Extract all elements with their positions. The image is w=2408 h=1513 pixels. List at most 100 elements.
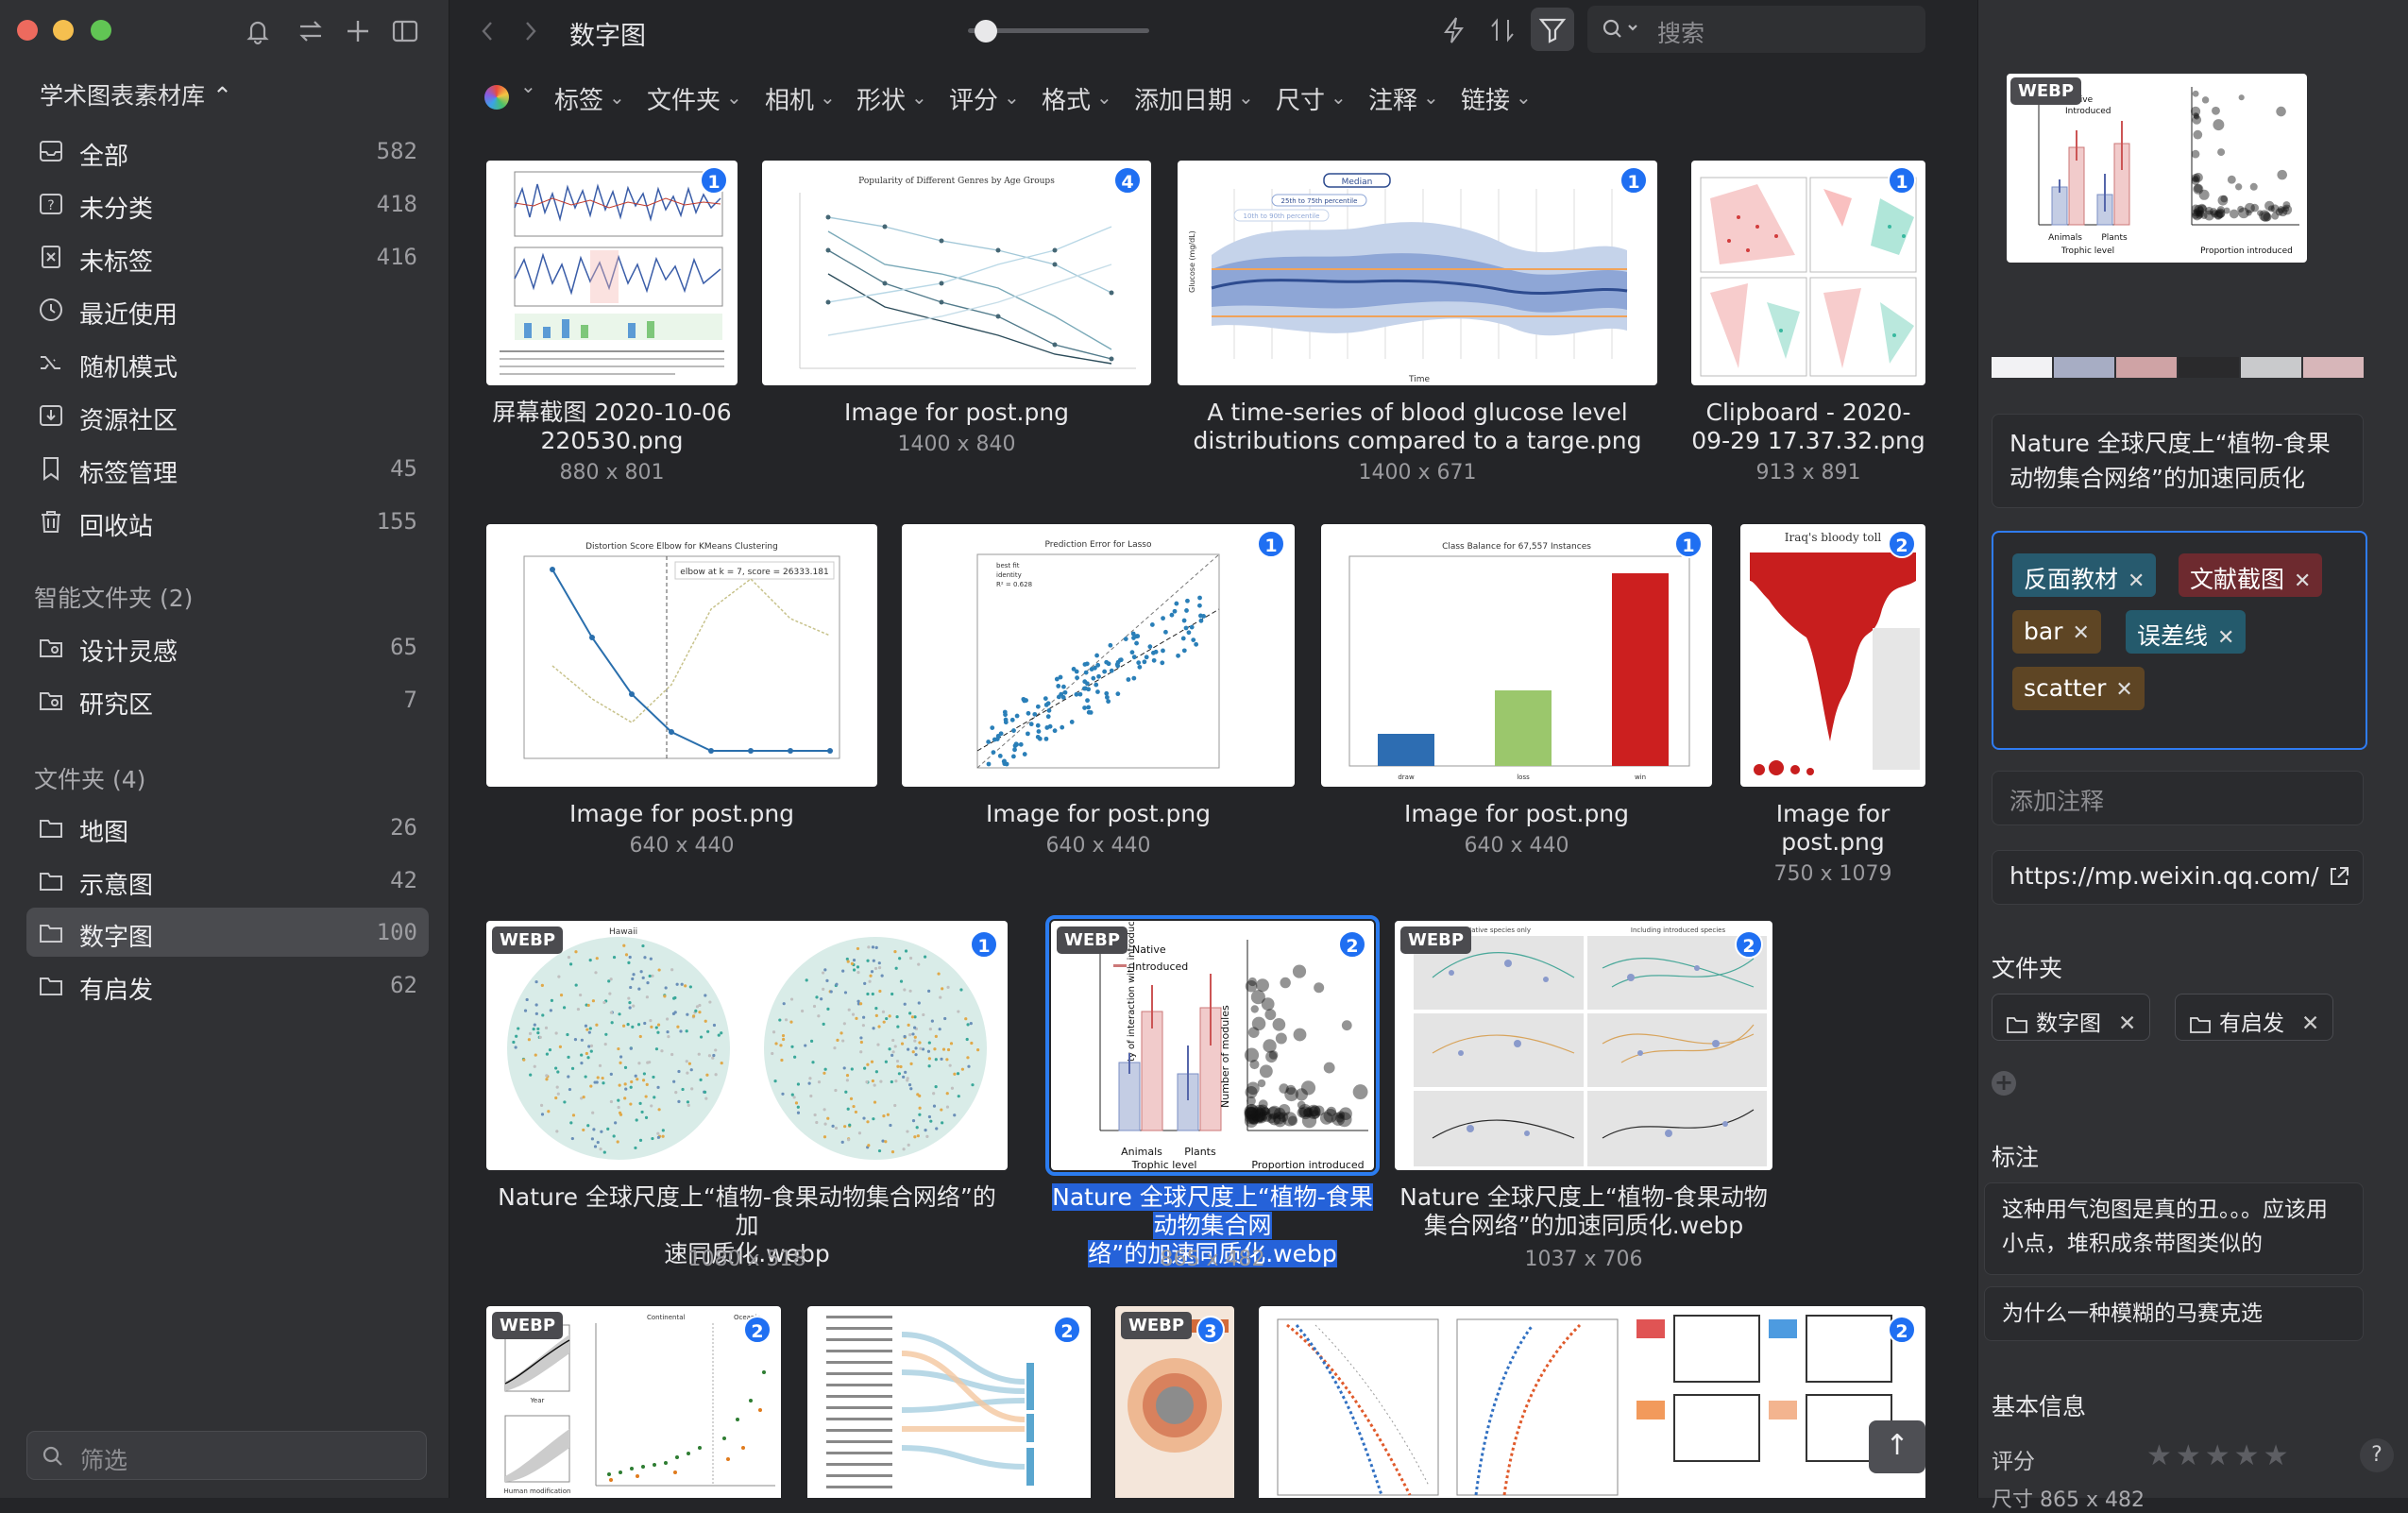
tag-chip[interactable]: 反面教材 ✕ [2012,553,2157,597]
annotation-item[interactable]: 为什么一种模糊的马赛克选 [1984,1286,2364,1341]
scroll-to-top-button[interactable]: ↑ [1869,1420,1925,1473]
thumb-dot [666,1030,670,1034]
smart-folder-research[interactable]: 研究区 7 [26,675,429,724]
filter-link[interactable]: 链接 [1461,81,1532,116]
tag-chip[interactable]: 文献截图 ✕ [2179,553,2323,597]
filter-folder[interactable]: 文件夹 [647,81,742,116]
thumb-dot [925,1134,929,1138]
folder-diagram[interactable]: 示意图 42 [26,856,429,905]
smart-folders-header[interactable]: 智能文件夹 (2) [34,580,193,614]
tags-editor[interactable]: 反面教材 ✕ 文献截图 ✕ bar ✕ 误差线 ✕ scatter ✕ [1992,531,2367,750]
sidebar-item-untagged[interactable]: 未标签 416 [26,232,429,281]
sort-arrows-icon[interactable] [297,17,325,45]
sidebar-item-trash[interactable]: 回收站 155 [26,497,429,546]
rating-stars[interactable]: ★★★★★ [2146,1439,2292,1472]
sidebar-item-uncategorized[interactable]: ? 未分类 418 [26,179,429,229]
thumb-dot [600,1130,603,1133]
thumb-dot [1010,754,1016,759]
filter-annotation[interactable]: 注释 [1368,81,1439,116]
remove-tag-icon[interactable]: ✕ [2294,570,2311,593]
back-icon[interactable] [477,17,498,45]
filter-tags[interactable]: 标签 [554,81,625,116]
lightning-icon[interactable] [1440,15,1468,45]
thumb-dot [858,1002,863,1006]
thumb-dot [1028,722,1034,727]
annotation-count-badge: 2 [1338,930,1366,959]
bell-icon[interactable] [244,17,272,45]
thumb-dot [533,1023,536,1027]
folders-header[interactable]: 文件夹 (4) [34,761,145,795]
library-switcher[interactable]: 学术图表素材库 ⌃ [40,77,232,111]
color-swatch[interactable] [2179,357,2239,378]
sidebar-item-random[interactable]: 随机模式 [26,338,429,387]
remove-folder-icon[interactable]: ✕ [2301,1012,2319,1036]
zoom-slider-thumb[interactable] [975,20,997,42]
search-field[interactable]: 搜索 [1587,6,1925,53]
color-swatch[interactable] [1992,357,2052,378]
sidebar-item-recent[interactable]: 最近使用 [26,285,429,334]
tag-chip[interactable]: scatter ✕ [2012,667,2145,710]
color-swatch[interactable] [2054,357,2114,378]
color-filter-icon[interactable] [484,85,509,110]
filter-toggle-button[interactable] [1531,8,1574,51]
zoom-window-button[interactable] [91,20,111,41]
color-swatch[interactable] [2241,357,2301,378]
folder-map[interactable]: 地图 26 [26,803,429,852]
filter-camera[interactable]: 相机 [765,81,836,116]
sidebar-item-community[interactable]: 资源社区 [26,391,429,440]
annotation-item[interactable]: 这种用气泡图是真的丑。。。应该用小点，堆积成条带图类似的 [1984,1182,2364,1275]
remove-tag-icon[interactable]: ✕ [2217,626,2234,650]
remove-tag-icon[interactable]: ✕ [2128,570,2145,593]
add-folder-icon[interactable]: + [1992,1071,2016,1096]
sidebar-toggle-icon[interactable] [391,17,419,45]
plus-icon[interactable] [344,17,372,45]
thumb-dot [881,1010,886,1013]
tag-chip[interactable]: 误差线 ✕ [2126,610,2247,654]
remove-tag-icon[interactable]: ✕ [2072,621,2089,645]
sidebar-item-all[interactable]: 全部 582 [26,127,429,176]
folder-digital-figures[interactable]: 数字图 100 [26,908,429,957]
thumb-dot [1194,641,1199,647]
filter-format[interactable]: 格式 [1042,81,1112,116]
tag-label: scatter [2024,674,2107,702]
color-swatch[interactable] [2116,357,2177,378]
remove-tag-icon[interactable]: ✕ [2115,678,2132,702]
sidebar-filter-input[interactable]: 筛选 [26,1431,427,1480]
sidebar-item-tag-manager[interactable]: 标签管理 45 [26,444,429,493]
source-url-field[interactable]: https://mp.weixin.qq.com/ [1992,850,2364,905]
thumb-dot [879,1080,883,1083]
help-button[interactable]: ? [2360,1438,2394,1472]
add-note-input[interactable]: 添加注释 [1992,771,2364,825]
folder-chip[interactable]: 有启发 ✕ [2175,994,2334,1041]
thumb-dot [656,1135,661,1139]
close-window-button[interactable] [17,20,38,41]
sort-icon[interactable] [1487,15,1518,45]
open-link-icon[interactable] [2327,864,2351,889]
thumb-dot [840,1140,844,1144]
forward-icon[interactable] [520,17,541,45]
smart-folder-design[interactable]: 设计灵感 65 [26,622,429,672]
thumb-dot [817,1080,822,1084]
selected-preview[interactable]: Native Introduced Animals Plants Trophic… [2007,74,2307,263]
thumb-dot [2193,208,2201,215]
thumb-dot [687,1103,690,1107]
sidebar-item-count: 416 [376,244,417,270]
tag-chip[interactable]: bar ✕ [2012,610,2101,654]
thumb-dot [822,987,825,991]
minimize-window-button[interactable] [53,20,74,41]
color-filter-chevron[interactable] [515,79,536,102]
remove-folder-icon[interactable]: ✕ [2118,1012,2136,1036]
filter-date-added[interactable]: 添加日期 [1134,81,1254,116]
color-swatch[interactable] [2303,357,2364,378]
thumb-dot [1083,670,1089,675]
folder-chip[interactable]: 数字图 ✕ [1992,994,2151,1041]
thumb-dot [539,1103,544,1108]
asset-title-field[interactable]: Nature 全球尺度上“植物-食果动物集合网络”的加速同质化 [1992,414,2364,508]
thumb-dot [941,987,944,991]
filter-size[interactable]: 尺寸 [1276,81,1347,116]
thumb-dot [1323,1108,1338,1123]
filter-shape[interactable]: 形状 [856,81,927,116]
filter-rating[interactable]: 评分 [949,81,1020,116]
folder-inspiring[interactable]: 有启发 62 [26,960,429,1010]
thumb-dot [547,1110,551,1114]
